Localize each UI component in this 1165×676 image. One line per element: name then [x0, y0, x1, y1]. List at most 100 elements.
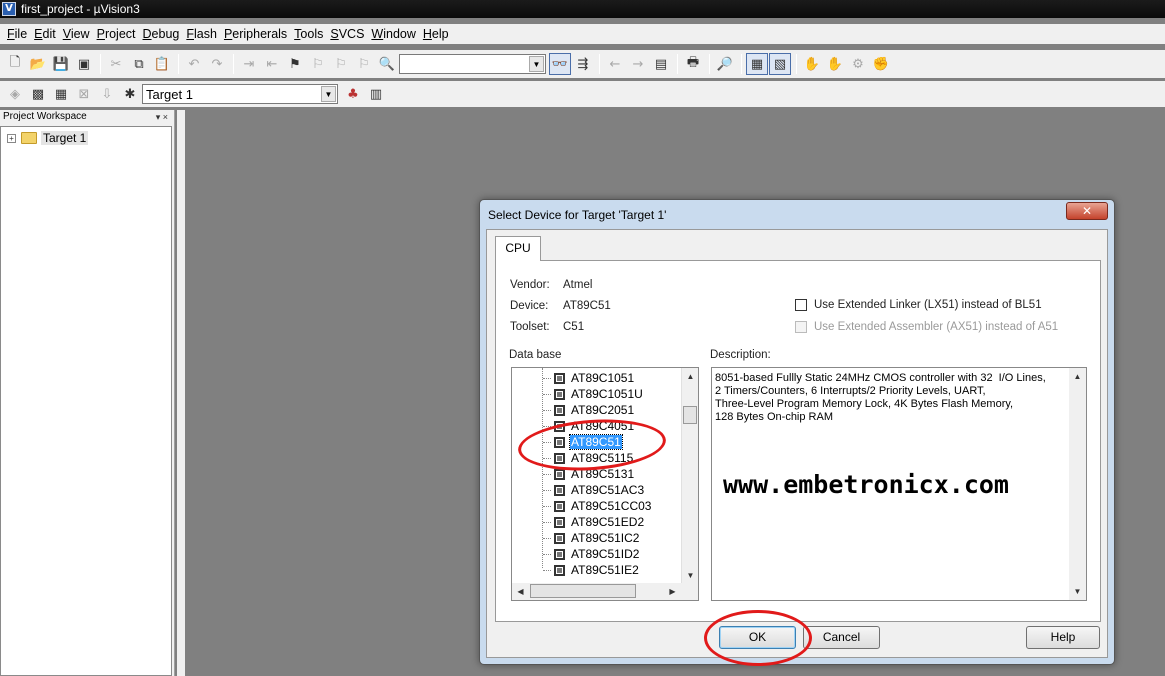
hand-settings-icon[interactable]: ✋	[824, 53, 846, 75]
menu-project[interactable]: Project	[94, 25, 139, 43]
workspace-header-controls[interactable]: ▾ ×	[156, 110, 168, 124]
cut-icon[interactable]: ✂	[105, 53, 127, 75]
save-all-icon[interactable]: ▣	[73, 53, 95, 75]
bookmark-next-icon[interactable]: ⚐	[330, 53, 352, 75]
scrollbar-thumb[interactable]	[683, 406, 697, 424]
scrollbar-thumb[interactable]	[530, 584, 636, 598]
scroll-up-icon[interactable]: ▲	[1069, 368, 1086, 385]
scroll-up-icon[interactable]: ▲	[682, 368, 699, 385]
target-options-icon[interactable]: ✱	[119, 83, 141, 105]
scroll-down-icon[interactable]: ▼	[1069, 583, 1086, 600]
undo-icon[interactable]: ↶	[183, 53, 205, 75]
use-lx51-checkbox[interactable]	[795, 299, 807, 311]
bookmark-clear-icon[interactable]: ⚐	[353, 53, 375, 75]
arrow-left-icon[interactable]: ←	[604, 53, 626, 75]
expand-plus-icon[interactable]: +	[7, 133, 16, 143]
list-item[interactable]: AT89C51IC2	[512, 530, 640, 546]
help-button[interactable]: Help	[1026, 626, 1100, 649]
download-load-icon[interactable]: ⇩	[96, 83, 118, 105]
debug-start-icon[interactable]: 🔎	[714, 53, 736, 75]
configure-icon[interactable]: ⚙	[847, 53, 869, 75]
components-icon[interactable]: ♣	[342, 83, 364, 105]
tree-node-label[interactable]: Target 1	[41, 131, 89, 145]
save-icon[interactable]: 💾	[50, 53, 72, 75]
build-toolbar: ◈ ▩ ▦ ⊠ ⇩ ✱ Target 1 ▼ ♣ ▥	[0, 81, 1165, 107]
toolbar-separator	[100, 54, 101, 74]
device-value: AT89C51	[563, 300, 611, 312]
list-item[interactable]: AT89C2051	[512, 402, 635, 418]
menu-help[interactable]: Help	[420, 25, 452, 43]
use-ax51-checkbox[interactable]	[795, 321, 807, 333]
build-target-icon[interactable]: ▩	[27, 83, 49, 105]
toolbar-separator	[677, 54, 678, 74]
menu-tools[interactable]: Tools	[291, 25, 326, 43]
redo-icon[interactable]: ↷	[206, 53, 228, 75]
list-item[interactable]: AT89C5131	[512, 466, 635, 482]
rebuild-all-icon[interactable]: ▦	[50, 83, 72, 105]
menu-peripherals[interactable]: Peripherals	[221, 25, 290, 43]
hand-icon[interactable]: ✋	[801, 53, 823, 75]
output-window-icon[interactable]: ▧	[769, 53, 791, 75]
database-vertical-scrollbar[interactable]: ▲ ▼	[681, 368, 698, 584]
find-combo[interactable]: ▼	[399, 54, 546, 74]
chevron-down-icon[interactable]: ▼	[529, 56, 544, 72]
menu-view[interactable]: View	[60, 25, 93, 43]
chevron-down-icon[interactable]: ▼	[321, 86, 336, 102]
new-file-icon[interactable]: 🗋	[4, 53, 26, 75]
menu-file[interactable]: File	[4, 25, 30, 43]
cancel-button[interactable]: Cancel	[803, 626, 880, 649]
tree-node-target[interactable]: + Target 1	[7, 131, 89, 145]
find-in-files-icon[interactable]: 🔍	[376, 53, 398, 75]
print-icon[interactable]: 🖶	[682, 53, 704, 75]
find-binoculars-icon[interactable]: 👓	[549, 53, 571, 75]
list-item-selected[interactable]: AT89C51	[512, 434, 623, 450]
copy-icon[interactable]: ⧉	[128, 53, 150, 75]
list-item[interactable]: AT89C51ID2	[512, 546, 640, 562]
menu-svcs[interactable]: SVCS	[327, 25, 367, 43]
ok-button[interactable]: OK	[719, 626, 796, 649]
scroll-right-icon[interactable]: ▶	[664, 583, 681, 600]
description-scrollbar[interactable]: ▲ ▼	[1069, 368, 1086, 600]
menu-debug[interactable]: Debug	[140, 25, 183, 43]
list-item[interactable]: AT89C1051U	[512, 386, 644, 402]
scroll-down-icon[interactable]: ▼	[682, 567, 699, 584]
list-item[interactable]: AT89C4051	[512, 418, 635, 434]
scroll-left-icon[interactable]: ◀	[512, 583, 529, 600]
chip-icon	[554, 388, 565, 400]
arrow-right-icon[interactable]: →	[627, 53, 649, 75]
workspace-window-icon[interactable]: ▦	[746, 53, 768, 75]
menu-flash[interactable]: Flash	[183, 25, 220, 43]
find-next-icon[interactable]: ⇶	[572, 53, 594, 75]
translate-icon[interactable]: ◈	[4, 83, 26, 105]
device-label: AT89C51CC03	[571, 499, 652, 513]
menu-window[interactable]: Window	[368, 25, 418, 43]
open-folder-icon[interactable]: 📂	[27, 53, 49, 75]
paste-icon[interactable]: 📋	[151, 53, 173, 75]
bookmark-toggle-icon[interactable]: ⚑	[284, 53, 306, 75]
list-item[interactable]: AT89C51CC03	[512, 498, 652, 514]
list-item[interactable]: AT89C51AC3	[512, 482, 645, 498]
list-item[interactable]: AT89C5115	[512, 450, 634, 466]
manage-books-icon[interactable]: ▥	[365, 83, 387, 105]
list-item[interactable]: AT89C51ED2	[512, 514, 645, 530]
bookmark-prev-icon[interactable]: ⚐	[307, 53, 329, 75]
source-browser-icon[interactable]: ▤	[650, 53, 672, 75]
chip-icon	[554, 452, 565, 464]
unindent-icon[interactable]: ⇤	[261, 53, 283, 75]
indent-icon[interactable]: ⇥	[238, 53, 260, 75]
project-tree[interactable]: + Target 1	[0, 126, 172, 676]
hand-grab-icon[interactable]: ✊	[870, 53, 892, 75]
stop-build-icon[interactable]: ⊠	[73, 83, 95, 105]
project-workspace-pane: Project Workspace ▾ × + Target 1	[0, 110, 175, 676]
device-database-tree[interactable]: AT89C1051 AT89C1051U AT89C2051 AT89C4051…	[511, 367, 699, 601]
list-item[interactable]: AT89C51IE2	[512, 562, 640, 578]
menu-edit[interactable]: Edit	[31, 25, 59, 43]
tab-cpu[interactable]: CPU	[495, 236, 541, 261]
database-horizontal-scrollbar[interactable]: ◀ ▶	[512, 583, 698, 600]
list-item[interactable]: AT89C1051	[512, 370, 635, 386]
uvision-app-icon[interactable]: V	[2, 2, 16, 16]
close-icon[interactable]: ✕	[1066, 202, 1108, 220]
target-select-combo[interactable]: Target 1 ▼	[142, 84, 338, 104]
tree-connector	[543, 393, 551, 395]
pane-splitter[interactable]	[177, 110, 185, 676]
